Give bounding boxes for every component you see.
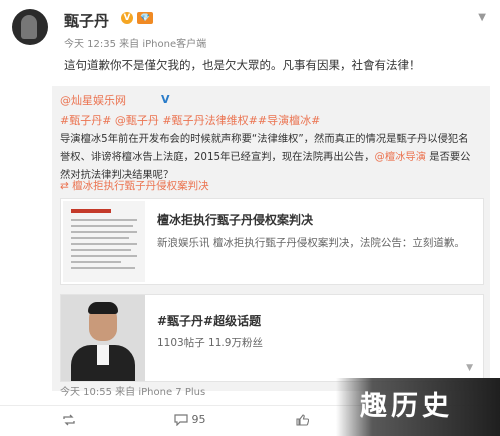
chevron-down-icon[interactable]: ▼ <box>478 12 486 23</box>
topic-card[interactable]: #甄子丹#超级话题 1103帖子 11.9万粉丝 ▼ <box>60 294 484 382</box>
repost-container: @灿星娱乐网 V #甄子丹# @甄子丹 #甄子丹法律维权##导演檀冰# 导演檀冰… <box>52 86 490 398</box>
article-card-title: 檀冰拒执行甄子丹侵权案判决 <box>157 213 314 227</box>
repost-meta: 今天 10:55 来自 iPhone 7 Plus <box>60 387 206 398</box>
author-avatar[interactable] <box>12 9 48 45</box>
repost-text: 导演檀冰5年前在开发布会的时候就声称要“法律维权”，然而真正的情况是甄子丹以侵犯… <box>60 130 478 184</box>
author-name[interactable]: 甄子丹 <box>64 10 109 31</box>
topic-card-title: #甄子丹#超级话题 <box>157 314 262 328</box>
article-link[interactable]: ⇄ 檀冰拒执行甄子丹侵权案判决 <box>60 178 209 193</box>
post-text: 這句道歉你不是僅欠我的，也是欠大眾的。凡事有因果，社會有法律！ <box>64 58 421 72</box>
article-link-label: 檀冰拒执行甄子丹侵权案判决 <box>72 180 209 192</box>
repost-tags[interactable]: #甄子丹# @甄子丹 #甄子丹法律维权##导演檀冰# <box>60 112 320 128</box>
post-meta: 今天 12:35 来自 iPhone客户端 <box>64 39 207 50</box>
article-card[interactable]: 檀冰拒执行甄子丹侵权案判决 新浪娱乐讯 檀冰拒执行甄子丹侵权案判决，法院公告：立… <box>60 198 484 285</box>
repost-button[interactable] <box>62 413 76 426</box>
comment-button[interactable]: 95 <box>174 413 206 427</box>
comment-icon <box>174 414 188 427</box>
mention-link[interactable]: @檀冰导演 <box>375 151 426 163</box>
watermark-text: 趣历史 <box>360 391 453 422</box>
repost-author[interactable]: @灿星娱乐网 <box>60 92 126 108</box>
verified-badge-icon: V <box>161 93 170 106</box>
chevron-down-icon[interactable]: ▼ <box>466 363 473 373</box>
article-card-desc: 新浪娱乐讯 檀冰拒执行甄子丹侵权案判决，法院公告：立刻道歉。 <box>157 237 465 249</box>
member-badge-icon: 💎 <box>137 12 153 24</box>
link-icon: ⇄ <box>60 180 73 192</box>
article-thumbnail <box>63 201 145 282</box>
repost-icon <box>63 414 75 426</box>
verified-badge-icon: V <box>121 12 133 24</box>
like-icon <box>296 414 310 426</box>
like-button[interactable] <box>296 413 310 426</box>
comment-count: 95 <box>191 413 206 426</box>
topic-card-stats: 1103帖子 11.9万粉丝 <box>157 337 263 349</box>
topic-photo <box>61 295 145 381</box>
